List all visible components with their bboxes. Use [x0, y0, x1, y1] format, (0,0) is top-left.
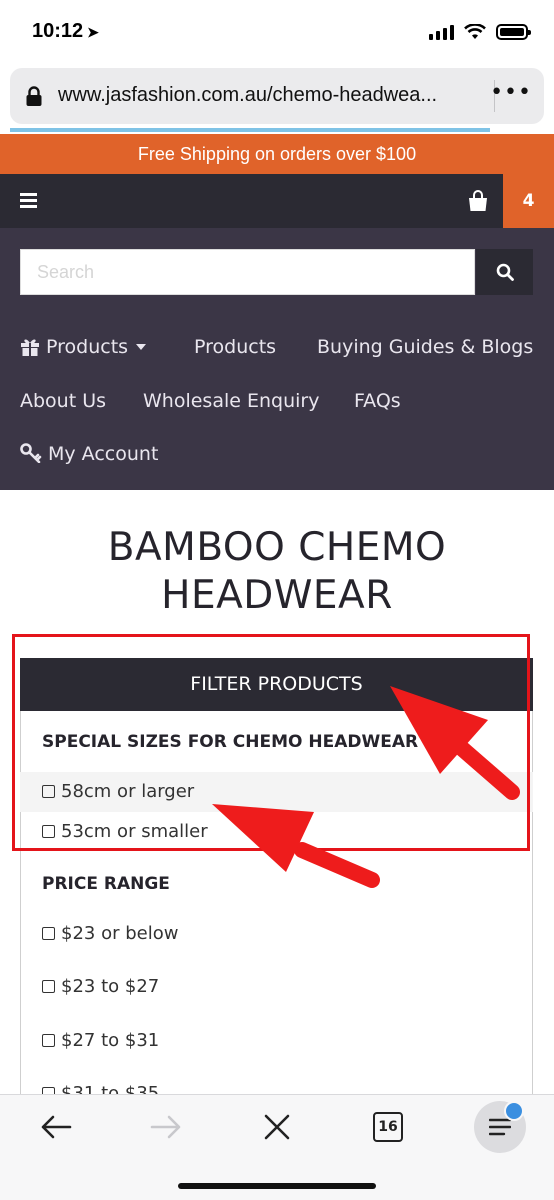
- forward-arrow-icon[interactable]: [144, 1107, 188, 1147]
- annotation-arrow-size-option: [212, 804, 380, 888]
- menu-icon: [474, 1101, 526, 1153]
- browser-menu-button[interactable]: [474, 1101, 526, 1153]
- close-icon[interactable]: [255, 1107, 299, 1147]
- tabs-icon: 16: [373, 1112, 403, 1142]
- notification-dot: [504, 1101, 524, 1121]
- annotation-arrow-filter-header: [390, 686, 520, 800]
- back-arrow-icon[interactable]: [34, 1107, 78, 1147]
- tabs-button[interactable]: 16: [366, 1107, 410, 1147]
- home-indicator[interactable]: [178, 1183, 376, 1189]
- annotation-arrows: [212, 686, 520, 888]
